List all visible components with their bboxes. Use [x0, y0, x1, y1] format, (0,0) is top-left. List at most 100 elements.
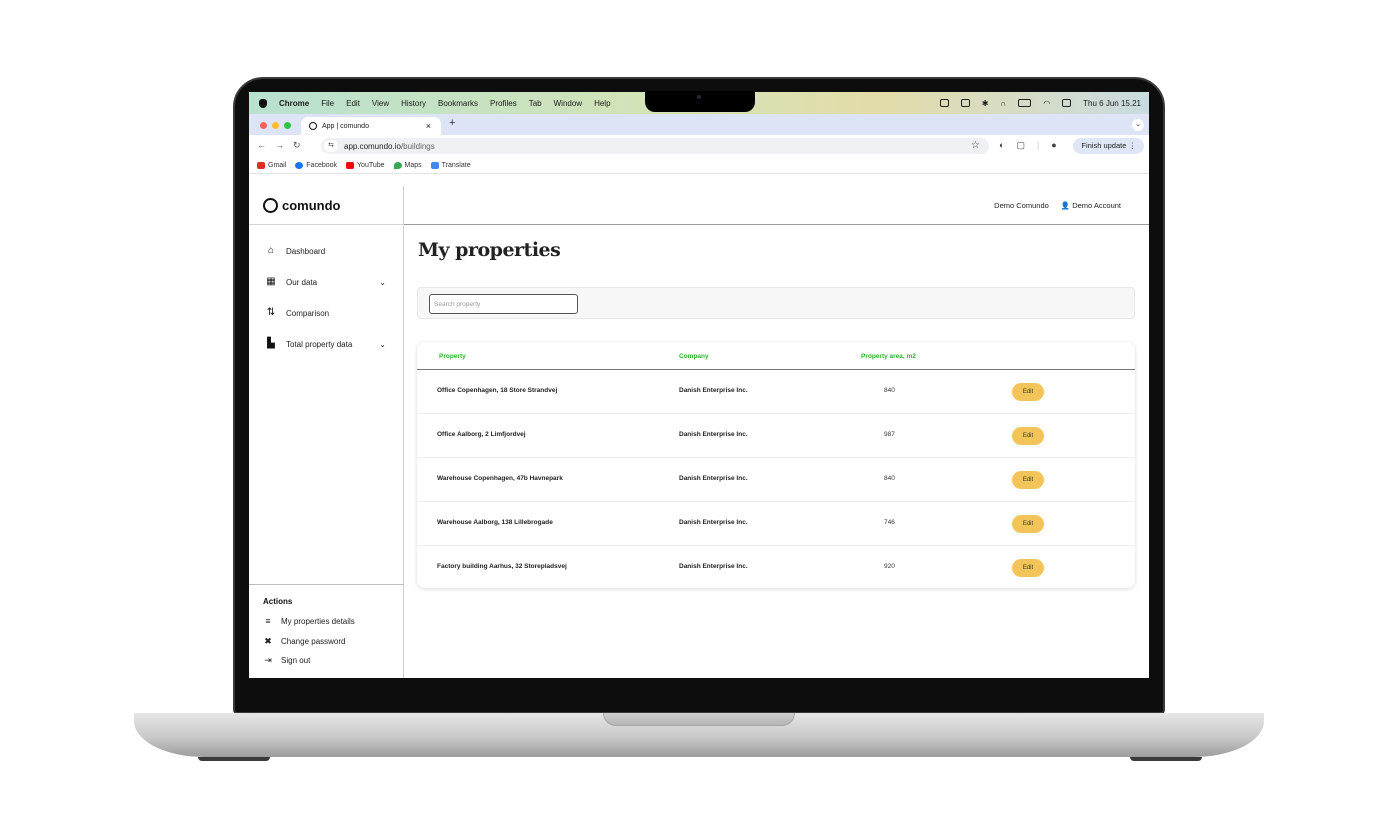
comundo-logo-icon: [263, 198, 278, 213]
divider: [404, 224, 1149, 225]
bookmarks-bar: Gmail Facebook YouTube Maps Translate: [249, 157, 1149, 174]
zoom-window-button[interactable]: [284, 122, 291, 129]
property-area: 987: [884, 431, 895, 438]
address-bar[interactable]: ⇆ app.comundo.io/buildings: [321, 138, 989, 154]
table-header: Property Company Property area, m2: [417, 342, 1135, 370]
gmail-icon: [257, 161, 265, 169]
edit-button[interactable]: Edit: [1012, 471, 1044, 489]
facebook-icon: [295, 161, 304, 169]
edit-button[interactable]: Edit: [1012, 515, 1044, 533]
minimize-window-button[interactable]: [272, 122, 279, 129]
property-name: Factory building Aarhus, 32 Storepladsve…: [437, 563, 567, 570]
reload-icon[interactable]: ↻: [293, 140, 301, 151]
bookmark-maps[interactable]: Maps: [393, 161, 422, 169]
action-my-properties-details[interactable]: ≡ My properties details: [263, 616, 355, 626]
property-area: 920: [884, 563, 895, 570]
menu-item-tab[interactable]: Tab: [529, 99, 542, 108]
puzzle-icon[interactable]: ▢: [1016, 140, 1025, 151]
sidebar-item-label: Total property data: [286, 339, 353, 349]
search-input[interactable]: [429, 294, 578, 314]
table-row: Office Copenhagen, 18 Store Strandvej Da…: [417, 370, 1135, 414]
battery-icon[interactable]: [1018, 99, 1032, 107]
company-name: Danish Enterprise Inc.: [679, 563, 748, 570]
menu-item-view[interactable]: View: [372, 99, 389, 108]
tools-icon: ✖: [264, 636, 272, 646]
tab-search-icon[interactable]: ⌄: [1132, 119, 1144, 131]
menu-app-name[interactable]: Chrome: [279, 99, 309, 108]
menu-item-help[interactable]: Help: [594, 99, 610, 108]
close-window-button[interactable]: [260, 122, 267, 129]
control-center-icon[interactable]: [1062, 99, 1072, 107]
table-row: Warehouse Aalborg, 138 Lillebrogade Dani…: [417, 502, 1135, 546]
chevron-down-icon[interactable]: ⌄: [379, 340, 386, 349]
column-header-property[interactable]: Property: [439, 353, 466, 360]
new-tab-button[interactable]: +: [449, 117, 455, 129]
site-settings-icon[interactable]: ⇆: [324, 140, 338, 152]
menu-item-bookmarks[interactable]: Bookmarks: [438, 99, 478, 108]
bookmark-youtube[interactable]: YouTube: [346, 161, 385, 169]
screen-mirror-icon[interactable]: [960, 99, 970, 107]
laptop-foot: [198, 757, 270, 761]
edit-button[interactable]: Edit: [1012, 559, 1044, 577]
action-sign-out[interactable]: ⇥ Sign out: [263, 655, 310, 666]
finish-update-button[interactable]: Finish update ⋮: [1073, 138, 1144, 154]
maps-icon: [393, 161, 402, 169]
menu-item-profiles[interactable]: Profiles: [490, 99, 517, 108]
bookmark-star-icon[interactable]: ☆: [971, 140, 980, 151]
property-area: 840: [884, 387, 895, 394]
camera-icon: [697, 95, 701, 99]
sidebar-item-label: Dashboard: [286, 246, 326, 256]
sidebar-item-comparison[interactable]: ⇅ Comparison: [266, 308, 386, 318]
display-icon[interactable]: [939, 99, 949, 107]
comundo-logo[interactable]: comundo: [263, 198, 341, 213]
back-icon[interactable]: ←: [257, 140, 266, 151]
column-header-area[interactable]: Property area, m2: [861, 353, 916, 360]
action-change-password[interactable]: ✖ Change password: [263, 636, 345, 647]
property-name: Warehouse Copenhagen, 47b Havnepark: [437, 475, 563, 482]
bookmark-translate[interactable]: Translate: [430, 161, 471, 169]
laptop-foot: [1130, 757, 1202, 761]
forward-icon[interactable]: →: [275, 140, 284, 151]
company-name: Danish Enterprise Inc.: [679, 387, 748, 394]
sidebar-item-label: Comparison: [286, 308, 330, 318]
close-tab-icon[interactable]: ×: [426, 121, 431, 131]
browser-tab[interactable]: App | comundo ×: [301, 117, 441, 135]
property-name: Office Copenhagen, 18 Store Strandvej: [437, 387, 558, 394]
account-menu[interactable]: 👤 Demo Account: [1061, 201, 1121, 210]
sidebar-item-our-data[interactable]: ▦ Our data ⌄: [266, 277, 386, 287]
sidebar-item-total-property-data[interactable]: ▙ Total property data ⌄: [266, 339, 386, 349]
menubar-datetime[interactable]: Thu 6 Jun 15.21: [1083, 99, 1141, 108]
bookmark-facebook[interactable]: Facebook: [295, 161, 337, 169]
extension-icon[interactable]: ◐: [999, 140, 1004, 151]
bluetooth-icon[interactable]: ✱: [982, 99, 989, 108]
apple-icon[interactable]: [259, 98, 267, 108]
property-area: 840: [884, 475, 895, 482]
property-name: Office Aalborg, 2 Limfjordvej: [437, 431, 526, 438]
logo-text: comundo: [282, 198, 341, 213]
menu-item-file[interactable]: File: [321, 99, 334, 108]
edit-list-icon: ≡: [265, 616, 271, 626]
org-switcher[interactable]: Demo Comundo: [994, 201, 1049, 210]
edit-button[interactable]: Edit: [1012, 383, 1044, 401]
browser-toolbar: ← → ↻ ⇆ app.comundo.io/buildings ☆ ◐ ▢ |…: [249, 135, 1149, 157]
profile-icon[interactable]: ●: [1051, 140, 1056, 151]
sidebar-item-dashboard[interactable]: ⌂ Dashboard: [266, 246, 386, 256]
menu-item-window[interactable]: Window: [554, 99, 582, 108]
comundo-app: comundo ⌂ Dashboard ▦ Our data ⌄ ⇅ Compa…: [249, 186, 1149, 678]
bookmark-gmail[interactable]: Gmail: [257, 161, 286, 169]
table-row: Warehouse Copenhagen, 47b Havnepark Dani…: [417, 458, 1135, 502]
chevron-down-icon[interactable]: ⌄: [379, 278, 386, 287]
column-header-company[interactable]: Company: [679, 353, 709, 360]
menu-item-edit[interactable]: Edit: [346, 99, 360, 108]
edit-button[interactable]: Edit: [1012, 427, 1044, 445]
menu-item-history[interactable]: History: [401, 99, 426, 108]
wifi-icon[interactable]: ◠: [1043, 99, 1050, 108]
action-label: My properties details: [281, 616, 355, 626]
company-name: Danish Enterprise Inc.: [679, 519, 748, 526]
search-panel: [417, 287, 1135, 319]
app-header: Demo Comundo 👤 Demo Account: [994, 201, 1121, 210]
building-icon: ▦: [266, 276, 276, 287]
bookmark-label: YouTube: [357, 161, 385, 169]
sign-out-icon: ⇥: [264, 655, 272, 665]
headphones-icon[interactable]: ∩: [1000, 99, 1006, 108]
